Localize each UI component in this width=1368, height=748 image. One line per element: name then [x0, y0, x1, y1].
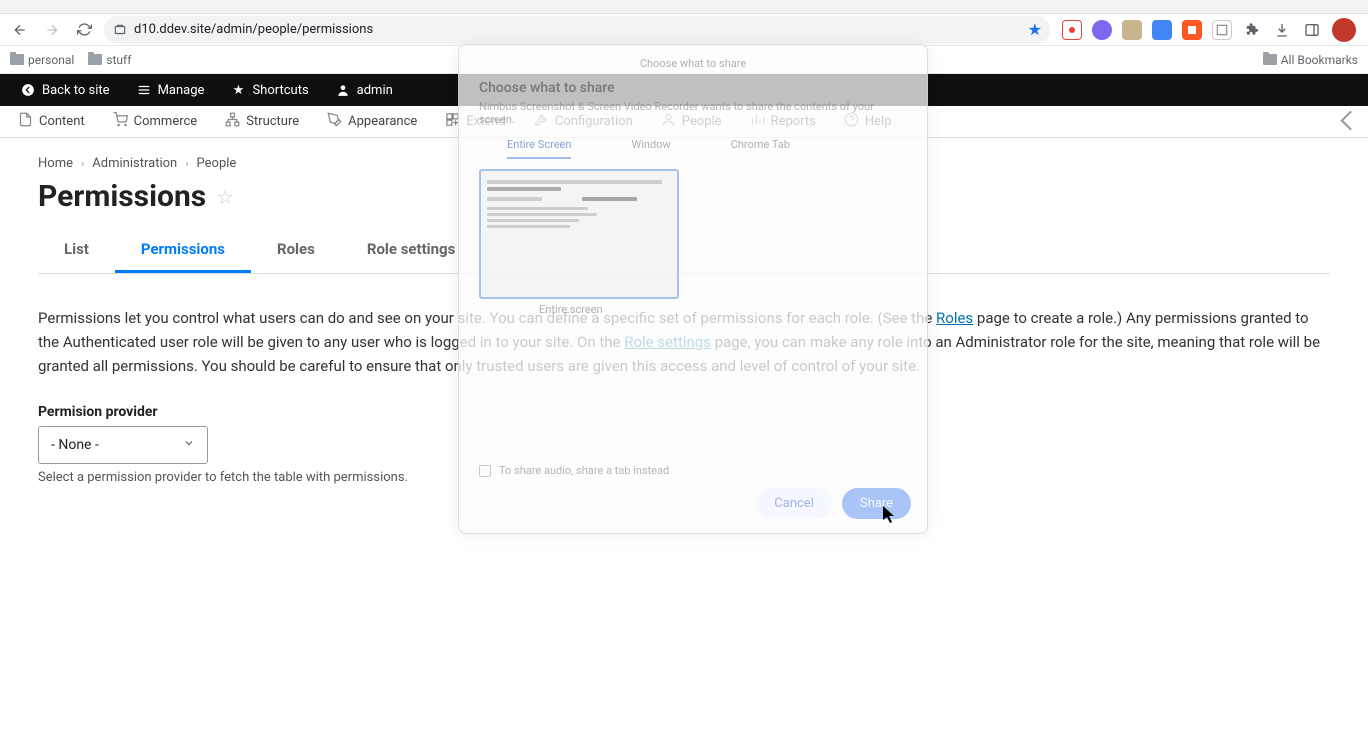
orientation-toggle-icon[interactable] [1341, 110, 1361, 130]
address-bar[interactable]: d10.ddev.site/admin/people/permissions ★ [104, 16, 1050, 44]
extensions-area [1058, 18, 1360, 42]
admin-toolbar: Back to site Manage ★ Shortcuts admin [0, 74, 1368, 106]
people-icon [661, 112, 676, 131]
extensions-menu-icon[interactable] [1242, 20, 1262, 40]
provider-label: Permision provider [38, 404, 1330, 420]
menu-configuration[interactable]: Configuration [520, 106, 647, 138]
provider-help-text: Select a permission provider to fetch th… [38, 470, 1330, 485]
help-icon [844, 112, 859, 131]
reload-button[interactable] [72, 18, 96, 42]
site-settings-icon[interactable] [112, 22, 128, 38]
admin-menu: Content Commerce Structure Appearance Ex… [0, 106, 1368, 138]
menu-content[interactable]: Content [4, 106, 99, 138]
tab-list[interactable]: List [38, 228, 115, 273]
browser-tabstrip [0, 0, 1368, 14]
appearance-icon [327, 112, 342, 131]
folder-icon [1263, 54, 1277, 65]
download-icon[interactable] [1272, 20, 1292, 40]
content-icon [18, 112, 33, 131]
menu-people[interactable]: People [647, 106, 736, 138]
page-title-row: Permissions ☆ [38, 179, 1330, 214]
mouse-cursor-icon [883, 506, 897, 528]
person-icon [335, 82, 351, 98]
primary-tabs: List Permissions Roles Role settings [38, 228, 1330, 274]
chevron-right-icon: › [185, 157, 188, 170]
page-title: Permissions [38, 179, 206, 214]
star-icon: ★ [230, 82, 246, 98]
manage-label: Manage [158, 83, 205, 98]
menu-help[interactable]: Help [830, 106, 906, 138]
bookmark-folder[interactable]: personal [10, 53, 74, 67]
menu-reports[interactable]: Reports [736, 106, 830, 138]
browser-toolbar: d10.ddev.site/admin/people/permissions ★ [0, 14, 1368, 46]
structure-icon [225, 112, 240, 131]
shortcut-star-icon[interactable]: ☆ [216, 185, 234, 209]
tab-role-settings[interactable]: Role settings [341, 228, 481, 273]
user-label: admin [357, 83, 393, 98]
chevron-down-icon [183, 437, 195, 453]
menu-commerce[interactable]: Commerce [99, 106, 212, 138]
description-text: Permissions let you control what users c… [38, 306, 1330, 378]
cart-icon [113, 112, 128, 131]
forward-button[interactable] [40, 18, 64, 42]
bookmark-star-icon[interactable]: ★ [1028, 20, 1042, 39]
manage-toggle[interactable]: Manage [124, 74, 217, 106]
reports-icon [750, 112, 765, 131]
roles-link[interactable]: Roles [936, 309, 973, 327]
tab-permissions[interactable]: Permissions [115, 228, 251, 273]
menu-extend[interactable]: Extend [431, 106, 520, 138]
extend-icon [445, 112, 460, 131]
shortcuts-link[interactable]: ★ Shortcuts [218, 74, 320, 106]
extension-icon[interactable] [1152, 20, 1172, 40]
back-button[interactable] [8, 18, 32, 42]
url-text: d10.ddev.site/admin/people/permissions [134, 22, 373, 37]
folder-icon [88, 54, 102, 65]
breadcrumb: Home › Administration › People [38, 156, 1330, 171]
menu-appearance[interactable]: Appearance [313, 106, 431, 138]
user-menu[interactable]: admin [323, 74, 405, 106]
select-value: - None - [51, 437, 99, 453]
all-bookmarks[interactable]: All Bookmarks [1263, 53, 1358, 67]
extension-icon[interactable] [1122, 20, 1142, 40]
extension-icon[interactable] [1182, 20, 1202, 40]
menu-structure[interactable]: Structure [211, 106, 313, 138]
crumb-home[interactable]: Home [38, 156, 73, 171]
back-to-site[interactable]: Back to site [8, 74, 122, 106]
bookmarks-bar: personal stuff All Bookmarks [0, 46, 1368, 74]
hamburger-icon [136, 82, 152, 98]
wrench-icon [534, 112, 549, 131]
permission-provider-select[interactable]: - None - [38, 426, 208, 464]
shortcuts-label: Shortcuts [252, 83, 308, 98]
profile-avatar[interactable] [1332, 18, 1356, 42]
sidepanel-icon[interactable] [1302, 20, 1322, 40]
chevron-right-icon: › [81, 157, 84, 170]
back-to-site-label: Back to site [42, 83, 110, 98]
bookmark-folder[interactable]: stuff [88, 53, 131, 67]
role-settings-link[interactable]: Role settings [624, 333, 711, 351]
extension-icon[interactable] [1092, 20, 1112, 40]
page-content: Home › Administration › People Permissio… [0, 138, 1368, 503]
arrow-left-icon [20, 82, 36, 98]
folder-icon [10, 54, 24, 65]
extension-icon[interactable] [1212, 20, 1232, 40]
crumb-admin[interactable]: Administration [92, 156, 177, 171]
tab-roles[interactable]: Roles [251, 228, 341, 273]
crumb-people[interactable]: People [197, 156, 237, 171]
extension-icon[interactable] [1062, 20, 1082, 40]
